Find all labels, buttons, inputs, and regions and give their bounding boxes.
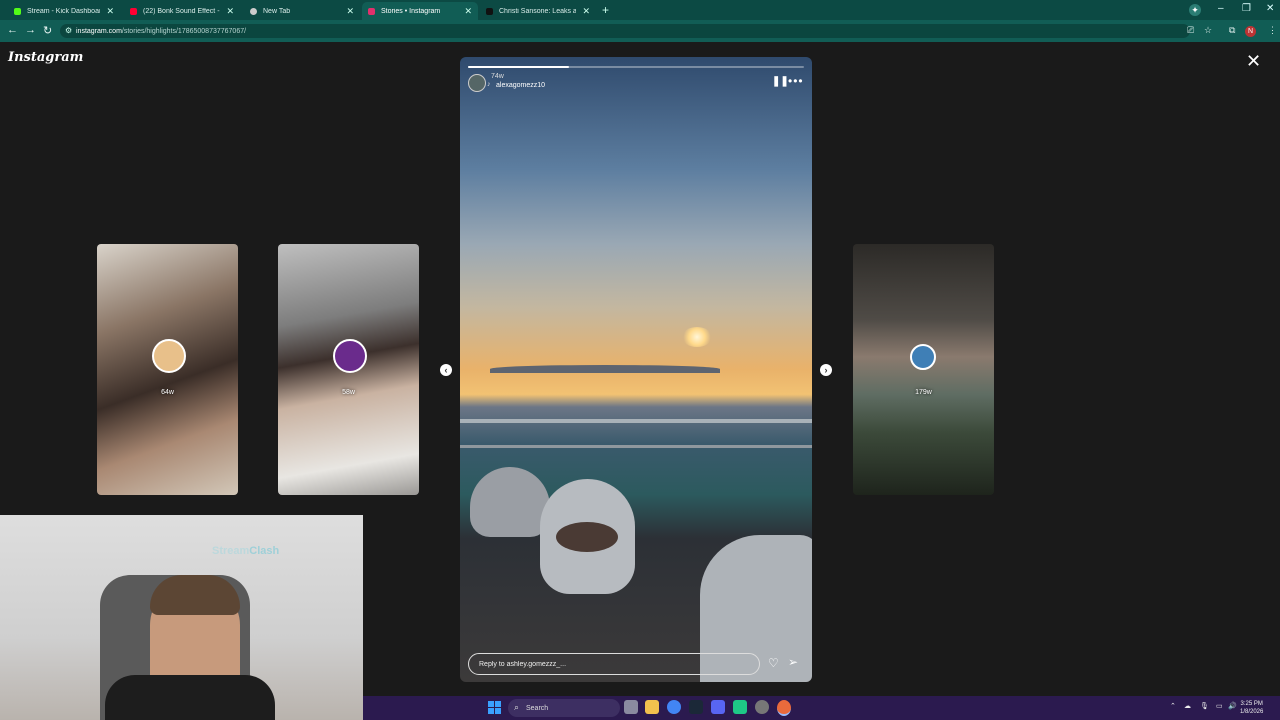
more-options-icon[interactable]: ••• bbox=[788, 74, 804, 88]
network-icon[interactable]: ▭ bbox=[1216, 702, 1223, 710]
next-story-button[interactable]: › bbox=[820, 364, 832, 376]
clock-date: 1/8/2026 bbox=[1240, 709, 1264, 715]
tiktok-icon bbox=[486, 7, 493, 15]
pause-icon[interactable]: ❚❚ bbox=[772, 76, 789, 87]
extension-icon[interactable]: ✦ bbox=[1189, 4, 1201, 16]
like-heart-icon[interactable]: ♡ bbox=[768, 656, 779, 670]
close-tab-icon[interactable]: ✕ bbox=[346, 6, 354, 17]
story-preview-avatar bbox=[910, 344, 936, 370]
search-icon: ⌕ bbox=[514, 702, 520, 712]
extensions-icon[interactable]: ⧉ bbox=[1229, 25, 1235, 36]
webcam-overlay: StreamClash bbox=[0, 515, 363, 720]
distant-island bbox=[490, 365, 720, 373]
audio-icon: ♪ bbox=[487, 81, 491, 88]
close-tab-icon[interactable]: ✕ bbox=[226, 6, 234, 17]
story-preview-avatar bbox=[333, 339, 367, 373]
windows-start-icon[interactable] bbox=[488, 701, 501, 714]
url-host: instagram.com bbox=[76, 27, 122, 35]
chrome-icon bbox=[250, 7, 257, 15]
chair-cushion bbox=[556, 522, 618, 552]
send-message-icon[interactable]: ➢ bbox=[788, 655, 798, 669]
story-progress-fill bbox=[468, 66, 569, 68]
reload-icon[interactable]: ↻ bbox=[43, 24, 52, 37]
brand-part-a: Stream bbox=[212, 545, 250, 557]
deck-chair bbox=[470, 467, 550, 537]
profile-avatar[interactable]: N bbox=[1245, 26, 1256, 37]
install-app-icon[interactable]: ⎚ bbox=[1187, 25, 1194, 36]
cloud-icon[interactable]: ☁ bbox=[1184, 702, 1191, 710]
discord-icon[interactable] bbox=[711, 700, 725, 714]
tab-instagram-stories[interactable]: Stories • Instagram ✕ bbox=[362, 2, 478, 20]
streamclash-logo: StreamClash bbox=[212, 545, 279, 557]
brand-part-b: Clash bbox=[249, 545, 280, 557]
close-stories-icon[interactable]: ✕ bbox=[1246, 52, 1261, 70]
sun-glow bbox=[682, 327, 712, 347]
forward-icon[interactable]: → bbox=[25, 24, 36, 36]
close-tab-icon[interactable]: ✕ bbox=[582, 6, 590, 17]
new-tab-button[interactable]: + bbox=[602, 4, 609, 16]
story-preview-age: 58w bbox=[342, 389, 355, 396]
steam-icon[interactable] bbox=[689, 700, 703, 714]
tab-title: (22) Bonk Sound Effect - YouTube bbox=[143, 7, 220, 15]
tab-youtube[interactable]: (22) Bonk Sound Effect - YouTube ✕ bbox=[124, 2, 240, 20]
previous-story-button[interactable]: ‹ bbox=[440, 364, 452, 376]
close-tab-icon[interactable]: ✕ bbox=[106, 6, 114, 17]
chrome-active-icon[interactable] bbox=[777, 700, 791, 716]
site-info-icon[interactable]: ⚙ bbox=[65, 26, 72, 35]
bookmark-star-icon[interactable]: ☆ bbox=[1204, 25, 1212, 36]
clock-time: 3:25 PM bbox=[1240, 701, 1263, 707]
taskbar-search[interactable]: ⌕ Search bbox=[508, 699, 620, 717]
file-explorer-icon[interactable] bbox=[645, 700, 659, 714]
tab-kick-dashboard[interactable]: Stream - Kick Dashboard ✕ bbox=[8, 2, 120, 20]
task-view-icon[interactable] bbox=[624, 700, 638, 714]
tab-title: Stories • Instagram bbox=[381, 7, 441, 15]
close-tab-icon[interactable]: ✕ bbox=[464, 6, 472, 17]
app-icon[interactable] bbox=[733, 700, 747, 714]
story-author-avatar[interactable] bbox=[468, 74, 486, 92]
story-preview-previous-1[interactable]: 58w bbox=[278, 244, 419, 495]
story-preview-next-1[interactable]: 179w bbox=[853, 244, 994, 495]
tab-title: Stream - Kick Dashboard bbox=[27, 7, 101, 15]
minimize-button[interactable]: – bbox=[1218, 3, 1224, 14]
story-preview-age: 179w bbox=[915, 389, 932, 396]
restore-button[interactable]: ❐ bbox=[1242, 3, 1251, 14]
story-preview-avatar bbox=[152, 339, 186, 373]
story-media[interactable] bbox=[460, 57, 812, 682]
instagram-logo[interactable]: Instagram bbox=[8, 50, 83, 65]
close-window-button[interactable]: ✕ bbox=[1266, 3, 1274, 14]
obs-icon[interactable] bbox=[755, 700, 769, 714]
story-preview-age: 64w bbox=[161, 389, 174, 396]
railing-top bbox=[460, 419, 812, 423]
story-username[interactable]: alexagomezz10 bbox=[496, 82, 545, 89]
tab-title: New Tab bbox=[263, 7, 291, 15]
streamer-shirt bbox=[105, 675, 275, 720]
story-timestamp: 74w bbox=[491, 73, 504, 80]
streamer-hair bbox=[150, 575, 240, 615]
chrome-taskbar-icon[interactable] bbox=[667, 700, 681, 714]
instagram-icon bbox=[368, 7, 375, 15]
url-path: /stories/highlights/17865008737767067/ bbox=[121, 27, 247, 35]
tab-tiktok[interactable]: Christi Sansone: Leaks and Live ✕ bbox=[480, 2, 596, 20]
tray-overflow-icon[interactable]: ⌃ bbox=[1170, 702, 1176, 710]
address-bar[interactable]: ⚙ instagram.com/stories/highlights/17865… bbox=[60, 24, 1190, 38]
microphone-icon[interactable]: 🎙 bbox=[1200, 702, 1209, 710]
back-icon[interactable]: ← bbox=[7, 24, 18, 36]
story-preview-previous-2[interactable]: 64w bbox=[97, 244, 238, 495]
reply-input[interactable] bbox=[468, 653, 760, 675]
railing-mid bbox=[460, 445, 812, 448]
tab-title: Christi Sansone: Leaks and Live bbox=[499, 7, 577, 15]
volume-icon[interactable]: 🔊 bbox=[1228, 702, 1237, 710]
taskbar-clock[interactable]: 3:25 PM 1/8/2026 bbox=[1240, 700, 1263, 716]
youtube-icon bbox=[130, 7, 137, 15]
browser-menu-icon[interactable]: ⋮ bbox=[1268, 25, 1277, 36]
search-label: Search bbox=[526, 704, 549, 712]
tab-new-tab[interactable]: New Tab ✕ bbox=[244, 2, 360, 20]
kick-icon bbox=[14, 7, 21, 15]
